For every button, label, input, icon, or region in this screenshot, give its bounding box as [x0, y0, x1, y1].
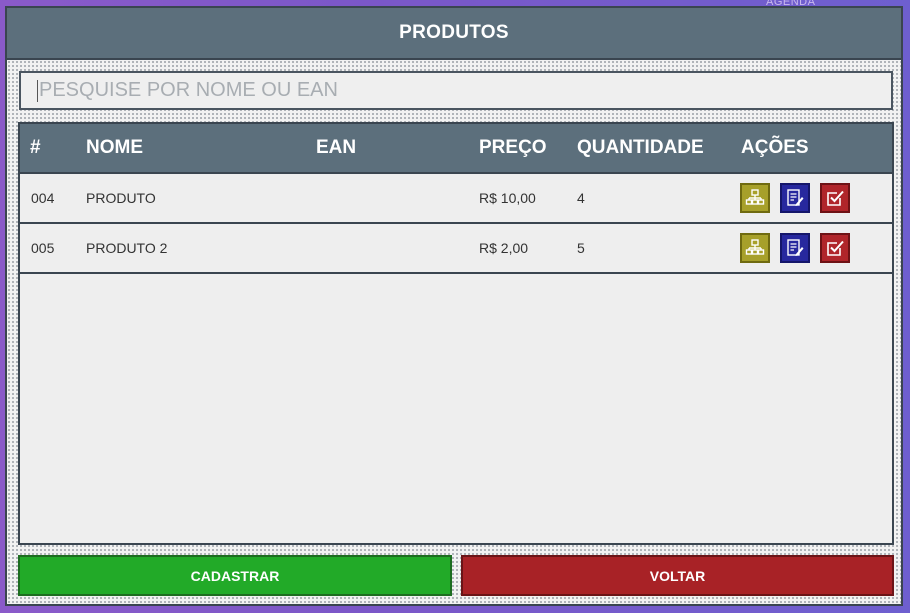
structure-icon	[745, 239, 765, 255]
cell-quantity: 4	[577, 190, 585, 206]
table-header: # NOME EAN PREÇO QUANTIDADE AÇÕES	[20, 124, 892, 174]
cell-price: R$ 10,00	[479, 190, 536, 206]
table-row[interactable]: 004 PRODUTO R$ 10,00 4	[20, 174, 892, 224]
checkbox-check-icon	[827, 240, 844, 256]
search-input[interactable]	[37, 78, 891, 103]
back-button[interactable]: VOLTAR	[461, 555, 894, 596]
cell-id: 004	[31, 190, 55, 206]
col-header-id: #	[30, 137, 41, 158]
col-header-actions: AÇÕES	[741, 137, 809, 158]
cell-quantity: 5	[577, 240, 585, 256]
structure-button[interactable]	[740, 183, 770, 213]
table-row[interactable]: 005 PRODUTO 2 R$ 2,00 5	[20, 224, 892, 274]
edit-button[interactable]	[780, 233, 810, 263]
cell-id: 005	[31, 240, 55, 256]
cell-price: R$ 2,00	[479, 240, 529, 256]
col-header-price: PREÇO	[479, 137, 547, 158]
text-caret	[37, 80, 38, 102]
checkbox-check-icon	[827, 190, 844, 206]
products-window: PRODUTOS # NOME EAN PREÇO QUANTIDADE AÇÕ…	[5, 6, 903, 606]
cell-name: PRODUTO 2	[86, 240, 168, 256]
window-titlebar: PRODUTOS	[7, 8, 901, 60]
products-table: # NOME EAN PREÇO QUANTIDADE AÇÕES 004 PR…	[18, 122, 894, 545]
search-box[interactable]	[19, 71, 893, 110]
col-header-name: NOME	[86, 137, 143, 158]
check-button[interactable]	[820, 183, 850, 213]
col-header-quantity: QUANTIDADE	[577, 137, 704, 158]
edit-document-icon	[787, 239, 804, 256]
structure-button[interactable]	[740, 233, 770, 263]
check-button[interactable]	[820, 233, 850, 263]
register-button[interactable]: CADASTRAR	[18, 555, 452, 596]
edit-document-icon	[787, 189, 804, 206]
window-title: PRODUTOS	[399, 22, 509, 43]
edit-button[interactable]	[780, 183, 810, 213]
structure-icon	[745, 189, 765, 205]
cell-name: PRODUTO	[86, 190, 156, 206]
col-header-ean: EAN	[316, 137, 357, 158]
